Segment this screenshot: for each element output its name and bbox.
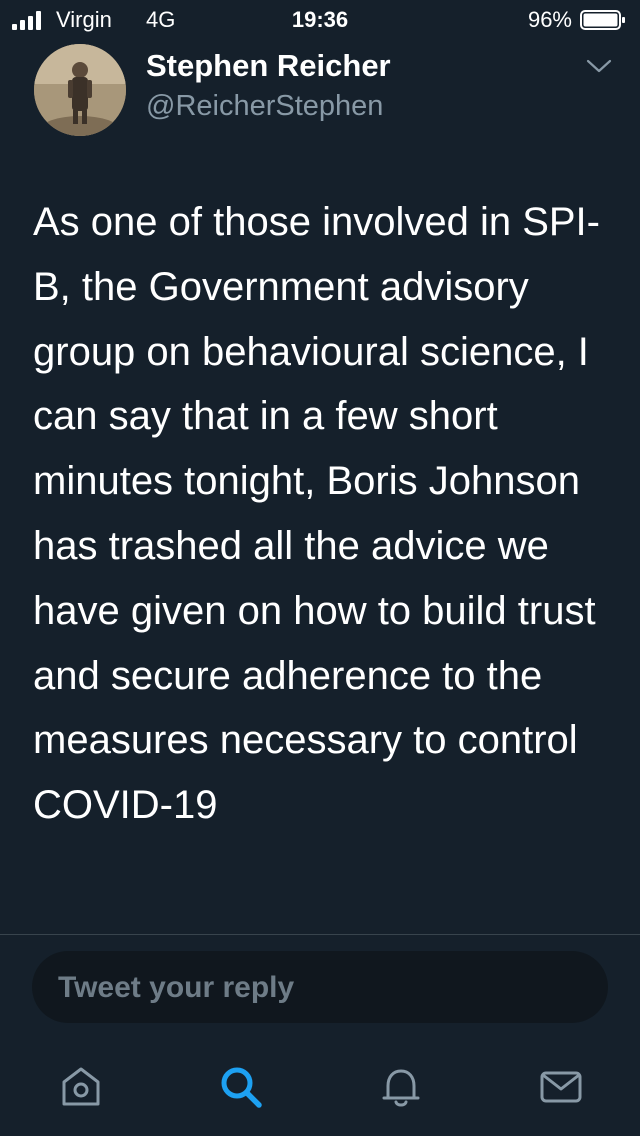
chevron-down-icon[interactable]	[586, 56, 612, 76]
avatar[interactable]	[34, 44, 126, 136]
home-icon	[62, 1067, 100, 1106]
tweet-body: As one of those involved in SPI-B, the G…	[0, 180, 640, 934]
battery-icon	[580, 10, 625, 30]
tab-home[interactable]	[56, 1062, 106, 1112]
tab-notifications[interactable]	[376, 1062, 426, 1112]
avatar-photo	[34, 44, 126, 136]
reply-input[interactable]: Tweet your reply	[32, 951, 608, 1023]
reply-placeholder: Tweet your reply	[58, 971, 295, 1004]
author-name[interactable]: Stephen Reicher	[146, 48, 391, 84]
tab-search[interactable]	[216, 1062, 266, 1112]
battery-percentage: 96%	[527, 7, 572, 32]
search-icon	[221, 1067, 262, 1108]
divider	[0, 934, 640, 935]
tweet-text: As one of those involved in SPI-B, the G…	[33, 200, 607, 828]
status-bar: Virgin 4G 19:36 96%	[0, 0, 640, 40]
notifications-icon	[382, 1069, 420, 1107]
author-handle[interactable]: @ReicherStephen	[146, 90, 383, 123]
tab-messages[interactable]	[536, 1062, 586, 1112]
messages-icon	[540, 1071, 582, 1103]
